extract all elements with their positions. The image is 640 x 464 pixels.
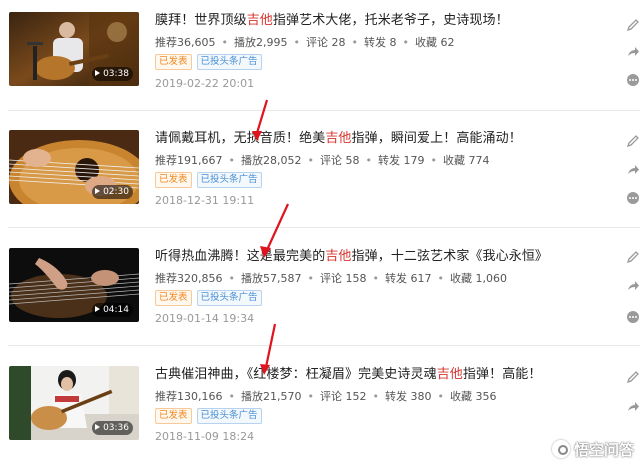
duration-badge: 03:36 [92,421,133,435]
article-item[interactable]: 02:30 请佩戴耳机，无损音质！绝美吉他指弹，瞬间爱上！高能涌动！ 推荐191… [0,118,640,228]
play-icon [95,424,101,430]
article-title[interactable]: 听得热血沸腾！这是最完美的吉他指弹，十二弦艺术家《我心永恒》 [155,248,548,266]
more-icon[interactable] [626,191,640,205]
play-count: 播放2,995 [234,36,288,49]
published-tag: 已发表 [155,54,192,70]
share-icon[interactable] [626,163,640,177]
favorite-count: 收藏 356 [450,390,497,403]
tag-row: 已发表 已投头条广告 [155,172,267,188]
play-icon [95,70,101,76]
publish-date: 2018-11-09 18:24 [155,430,255,443]
stats-row: 推荐320,856 • 播放57,587 • 评论 158 • 转发 617 • 收藏 1,06… [155,272,507,285]
title-text: 请佩戴耳机，无损音质！绝美 [155,131,326,146]
video-thumbnail[interactable]: 03:36 [9,366,139,440]
title-text: 膜拜！世界顶级 [155,13,247,28]
stats-row: 推荐36,605 • 播放2,995 • 评论 28 • 转发 8 • 收藏 62 [155,36,455,49]
article-title[interactable]: 膜拜！世界顶级吉他指弹艺术大佬，托米老爷子，史诗现场！ [155,12,509,30]
play-icon [95,306,101,312]
recommend-count: 推荐130,166 [155,390,223,403]
recommend-count: 推荐36,605 [155,36,216,49]
stats-row: 推荐130,166 • 播放21,570 • 评论 152 • 转发 380 • 收藏 356 [155,390,497,403]
article-item[interactable]: 03:36 古典催泪神曲，《红楼梦：枉凝眉》完美史诗灵魂吉他指弹！高能！ 推荐1… [0,354,640,464]
wukong-logo-icon [551,440,570,458]
published-tag: 已发表 [155,172,192,188]
tag-row: 已发表 已投头条广告 [155,54,267,70]
publish-date: 2019-01-14 19:34 [155,312,255,325]
watermark-text: 悟空问答 [573,441,634,459]
title-keyword: 吉他 [436,367,463,382]
comment-count: 评论 28 [306,36,346,49]
play-count: 播放57,587 [241,272,302,285]
share-icon[interactable] [626,45,640,59]
divider [8,345,640,346]
duration-text: 03:36 [103,423,129,433]
play-count: 播放21,570 [241,390,302,403]
recommend-count: 推荐191,667 [155,154,223,167]
edit-icon[interactable] [626,134,640,148]
video-thumbnail[interactable]: 04:14 [9,248,139,322]
title-text: 指弹艺术大佬，托米老爷子，史诗现场！ [272,13,509,28]
more-icon[interactable] [626,310,640,324]
article-item[interactable]: 03:38 膜拜！世界顶级吉他指弹艺术大佬，托米老爷子，史诗现场！ 推荐36,6… [0,0,640,110]
ad-tag: 已投头条广告 [196,408,262,424]
ad-tag: 已投头条广告 [196,54,262,70]
stats-row: 推荐191,667 • 播放28,052 • 评论 58 • 转发 179 • 收藏 774 [155,154,490,167]
duration-badge: 04:14 [92,303,133,317]
favorite-count: 收藏 774 [443,154,490,167]
published-tag: 已发表 [155,408,192,424]
tag-row: 已发表 已投头条广告 [155,408,267,424]
edit-icon[interactable] [626,250,640,264]
share-icon[interactable] [626,400,640,414]
edit-icon[interactable] [626,18,640,32]
comment-count: 评论 58 [320,154,360,167]
title-keyword: 吉他 [325,131,352,146]
publish-date: 2018-12-31 19:11 [155,194,255,207]
title-keyword: 吉他 [325,249,352,264]
ad-tag: 已投头条广告 [196,290,262,306]
duration-text: 03:38 [103,69,129,79]
edit-icon[interactable] [626,370,640,384]
favorite-count: 收藏 1,060 [450,272,507,285]
share-count: 转发 617 [385,272,432,285]
share-count: 转发 8 [364,36,397,49]
watermark: 悟空问答 [551,439,634,460]
play-icon [95,188,101,194]
publish-date: 2019-02-22 20:01 [155,77,255,90]
tag-row: 已发表 已投头条广告 [155,290,267,306]
favorite-count: 收藏 62 [415,36,455,49]
comment-count: 评论 152 [320,390,367,403]
title-text: 古典催泪神曲，《红楼梦：枉凝眉》完美史诗灵魂 [155,367,437,382]
title-text: 指弹，瞬间爱上！高能涌动！ [351,131,522,146]
video-thumbnail[interactable]: 02:30 [9,130,139,204]
published-tag: 已发表 [155,290,192,306]
title-text: 听得热血沸腾！这是最完美的 [155,249,326,264]
video-thumbnail[interactable]: 03:38 [9,12,139,86]
duration-badge: 02:30 [92,185,133,199]
more-icon[interactable] [626,73,640,87]
article-title[interactable]: 古典催泪神曲，《红楼梦：枉凝眉》完美史诗灵魂吉他指弹！高能！ [155,366,542,384]
duration-text: 02:30 [103,187,129,197]
duration-badge: 03:38 [92,67,133,81]
share-count: 转发 380 [385,390,432,403]
play-count: 播放28,052 [241,154,302,167]
ad-tag: 已投头条广告 [196,172,262,188]
divider [8,110,640,111]
divider [8,227,640,228]
title-text: 指弹，十二弦艺术家《我心永恒》 [351,249,549,264]
comment-count: 评论 158 [320,272,367,285]
title-text: 指弹！高能！ [462,367,542,382]
title-keyword: 吉他 [246,13,273,28]
share-count: 转发 179 [378,154,425,167]
recommend-count: 推荐320,856 [155,272,223,285]
duration-text: 04:14 [103,305,129,315]
article-title[interactable]: 请佩戴耳机，无损音质！绝美吉他指弹，瞬间爱上！高能涌动！ [155,130,522,148]
share-icon[interactable] [626,279,640,293]
article-item[interactable]: 04:14 听得热血沸腾！这是最完美的吉他指弹，十二弦艺术家《我心永恒》 推荐3… [0,236,640,346]
